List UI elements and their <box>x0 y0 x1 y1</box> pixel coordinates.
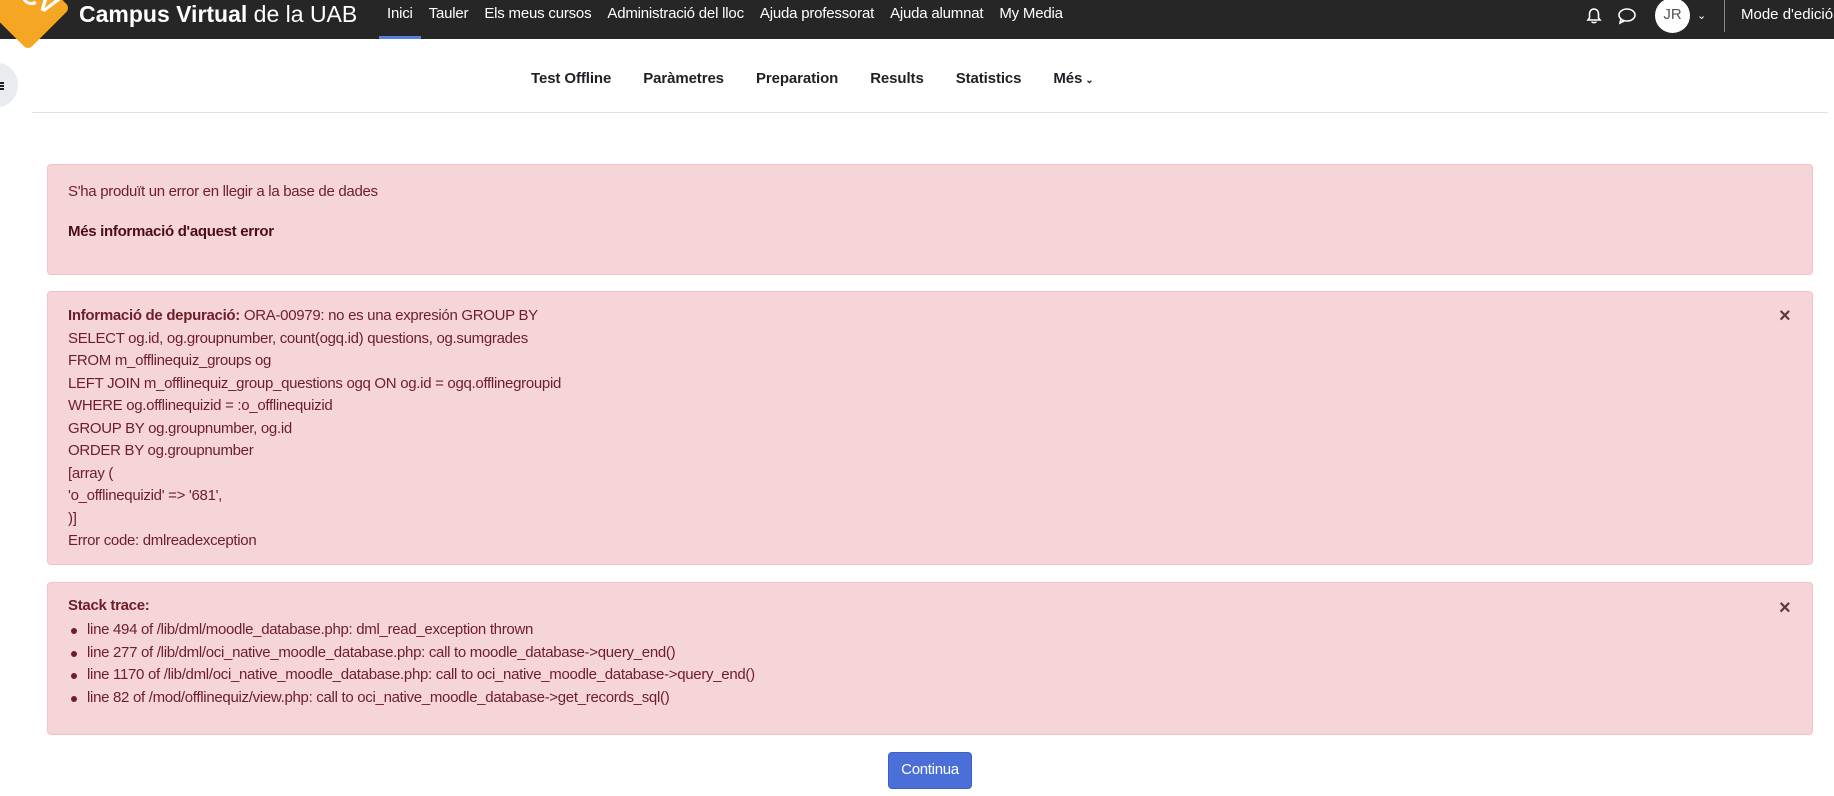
list-item: line 1170 of /lib/dml/oci_native_moodle_… <box>68 664 755 687</box>
close-icon[interactable]: × <box>1779 306 1793 326</box>
secondary-nav-divider <box>32 112 1828 113</box>
notifications-bell-icon[interactable] <box>1585 7 1603 25</box>
debug-line: GROUP BY og.groupnumber, og.id <box>68 419 292 437</box>
debug-line: )] <box>68 509 77 527</box>
site-name-rest: de la UAB <box>247 1 358 27</box>
debug-line: LEFT JOIN m_offlinequiz_group_questions … <box>68 374 562 392</box>
debug-line: Error code: dmlreadexception <box>68 532 257 549</box>
nav-item-inici[interactable]: Inici <box>379 0 421 39</box>
site-name[interactable]: Campus Virtual de la UAB <box>79 1 357 28</box>
top-navbar: CV Campus Virtual de la UAB Inici Tauler… <box>0 0 1834 51</box>
stack-trace-title: Stack trace: <box>68 597 150 614</box>
error-message: S'ha produït un error en llegir a la bas… <box>68 183 378 200</box>
user-menu-chevron-down-icon[interactable]: ⌄ <box>1697 9 1706 22</box>
list-item: line 82 of /mod/offlinequiz/view.php: ca… <box>68 687 755 710</box>
tab-results[interactable]: Results <box>870 70 924 87</box>
user-avatar[interactable]: JR <box>1655 0 1690 33</box>
logo-text: CV <box>16 0 62 22</box>
stack-trace-list: line 494 of /lib/dml/moodle_database.php… <box>68 619 755 709</box>
tab-parametres[interactable]: Paràmetres <box>643 70 724 87</box>
tab-preparation[interactable]: Preparation <box>756 70 838 87</box>
site-logo[interactable]: CV <box>0 0 71 51</box>
navbar-divider <box>1724 0 1725 32</box>
error-alert: S'ha produït un error en llegir a la bas… <box>47 164 1813 275</box>
debug-line: 'o_offlinequizid' => '681', <box>68 487 223 504</box>
list-icon <box>0 82 4 90</box>
debug-info-first-line: Informació de depuració: ORA-00979: no e… <box>68 305 561 328</box>
edit-mode-toggle[interactable]: Mode d'edició <box>1741 6 1833 23</box>
debug-line: FROM m_offlinequiz_groups og <box>68 352 272 369</box>
debug-line: [array ( <box>68 464 114 482</box>
tab-mes-label: Més <box>1053 70 1083 87</box>
continue-button[interactable]: Continua <box>888 752 972 789</box>
course-index-drawer-toggle[interactable] <box>0 63 18 107</box>
tab-test-offline[interactable]: Test Offline <box>531 70 611 87</box>
debug-info-body: Informació de depuració: ORA-00979: no e… <box>68 305 561 553</box>
messages-chat-icon[interactable] <box>1617 7 1637 25</box>
debug-info-label: Informació de depuració: <box>68 307 240 324</box>
tab-statistics[interactable]: Statistics <box>956 70 1022 87</box>
nav-item-ajuda-professorat[interactable]: Ajuda professorat <box>752 0 882 39</box>
close-icon[interactable]: × <box>1779 598 1793 618</box>
debug-line: WHERE og.offlinequizid = :o_offlinequizi… <box>68 397 333 414</box>
nav-item-tauler[interactable]: Tauler <box>421 0 477 39</box>
nav-item-administracio-del-lloc[interactable]: Administració del lloc <box>599 0 752 39</box>
stack-trace-alert: Stack trace: line 494 of /lib/dml/moodle… <box>47 582 1813 735</box>
nav-item-els-meus-cursos[interactable]: Els meus cursos <box>476 0 599 39</box>
tab-mes-dropdown[interactable]: Més ⌄ <box>1053 70 1093 87</box>
chevron-down-icon: ⌄ <box>1085 75 1094 86</box>
more-info-link[interactable]: Més informació d'aquest error <box>68 223 274 240</box>
nav-item-ajuda-alumnat[interactable]: Ajuda alumnat <box>882 0 991 39</box>
nav-item-my-media[interactable]: My Media <box>991 0 1070 39</box>
debug-line: SELECT og.id, og.groupnumber, count(ogq.… <box>68 329 528 347</box>
primary-nav: Inici Tauler Els meus cursos Administrac… <box>379 0 1071 39</box>
debug-info-error: ORA-00979: no es una expresión GROUP BY <box>240 307 538 324</box>
list-item: line 277 of /lib/dml/oci_native_moodle_d… <box>68 642 755 665</box>
debug-info-alert: Informació de depuració: ORA-00979: no e… <box>47 291 1813 565</box>
site-name-bold: Campus Virtual <box>79 1 248 27</box>
list-item: line 494 of /lib/dml/moodle_database.php… <box>68 619 755 642</box>
debug-line: ORDER BY og.groupnumber <box>68 442 254 459</box>
